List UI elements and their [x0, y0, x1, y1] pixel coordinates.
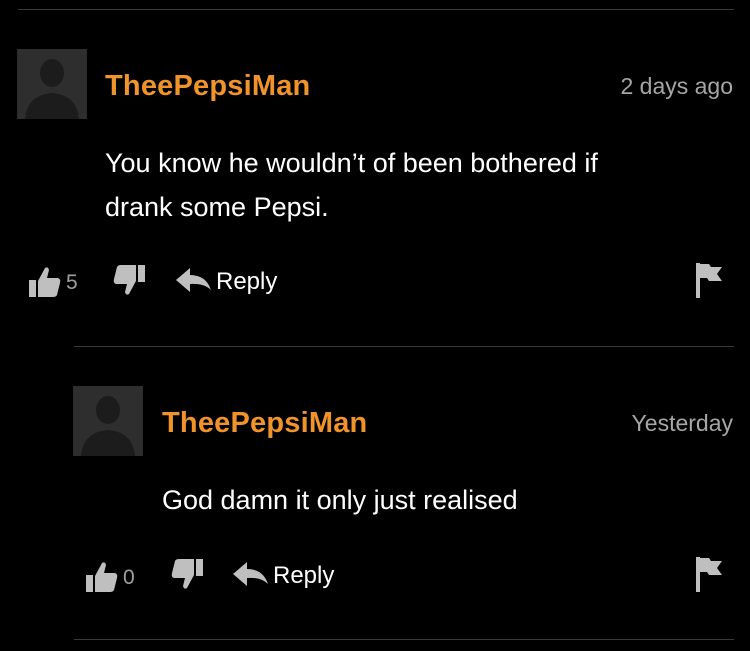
reply-button[interactable]: Reply — [273, 562, 334, 590]
bottom-divider — [74, 639, 734, 640]
thumbs-up-icon[interactable] — [85, 559, 119, 593]
reply-arrow-icon[interactable] — [233, 562, 269, 588]
avatar[interactable] — [73, 386, 143, 456]
like-count: 0 — [123, 566, 135, 589]
timestamp: Yesterday — [631, 410, 733, 436]
flag-icon[interactable] — [695, 556, 723, 592]
username[interactable]: TheePepsiMan — [162, 407, 367, 440]
thumbs-down-icon[interactable] — [168, 558, 204, 592]
comment-body-line: God damn it only just realised — [162, 485, 518, 515]
comment-reply: TheePepsiMan Yesterday God damn it only … — [0, 0, 750, 651]
comment-body: God damn it only just realised — [162, 478, 722, 522]
avatar-placeholder-icon — [73, 386, 143, 456]
